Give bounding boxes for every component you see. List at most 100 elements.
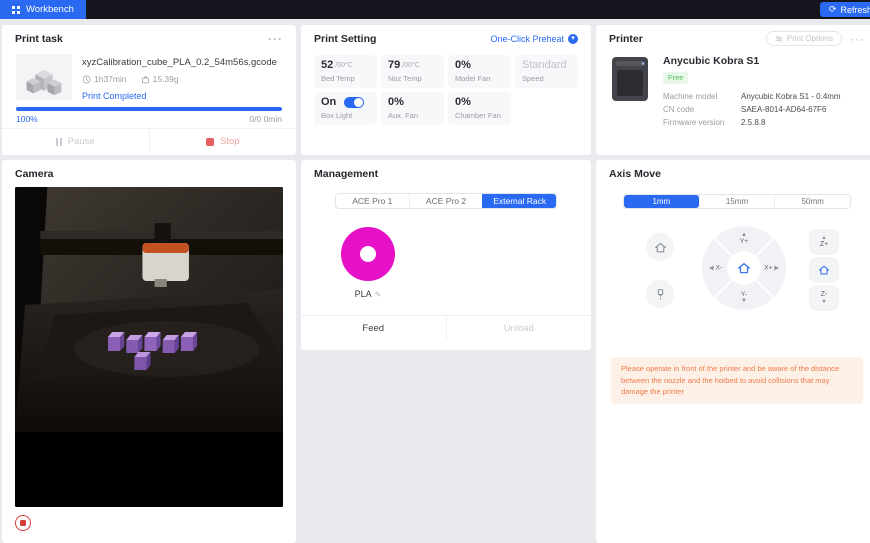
bed-temp-value: 52 — [321, 59, 333, 71]
bed-temp-unit: /00°C — [335, 62, 353, 69]
speed-value: Standard — [522, 59, 567, 71]
pause-icon — [56, 138, 58, 146]
feed-button[interactable]: Feed — [301, 316, 446, 341]
z-plus-button[interactable]: ▲ Z+ — [809, 229, 839, 255]
z-plus-label: Z+ — [820, 241, 828, 249]
panel-print-task: Print task ··· — [2, 25, 296, 155]
filament-slot: PLA ✎ — [340, 227, 396, 299]
record-stop-button[interactable] — [15, 515, 31, 531]
noz-temp-label: Noz Temp — [388, 74, 437, 83]
home-icon — [654, 241, 667, 254]
management-title: Management — [314, 168, 378, 180]
extruder-icon — [654, 288, 667, 301]
panel-printer: Printer Print Options ··· Anycubic Kob — [596, 25, 870, 155]
pause-button[interactable]: Pause — [2, 129, 149, 154]
workbench-grid: Print task ··· — [0, 19, 870, 543]
pause-label: Pause — [68, 136, 95, 147]
tab-workbench[interactable]: Workbench — [0, 0, 86, 19]
box-light-value: On — [321, 96, 336, 108]
machine-model-row: Machine model Anycubic Kobra S1 - 0.4mm — [663, 90, 841, 103]
jog-x-plus-button[interactable]: X+ ▶ — [764, 265, 779, 272]
preheat-label: One-Click Preheat — [490, 34, 564, 44]
y-minus-label: Y- — [741, 291, 747, 298]
machine-model-value: Anycubic Kobra S1 - 0.4mm — [741, 90, 841, 103]
step-size-selector: 1mm 15mm 50mm — [623, 194, 851, 209]
printer-title: Printer — [609, 33, 643, 45]
noz-temp-tile[interactable]: 79/00°C Noz Temp — [381, 55, 444, 88]
panel-axis-move: Axis Move 1mm 15mm 50mm ▲ Y+ Y- ▼ — [596, 160, 870, 543]
jog-y-minus-button[interactable]: Y- ▼ — [702, 291, 786, 304]
x-minus-label: X- — [716, 265, 723, 272]
bed-temp-tile[interactable]: 52/00°C Bed Temp — [314, 55, 377, 88]
z-home-button[interactable] — [809, 257, 839, 283]
down-arrow-icon: ▼ — [741, 298, 747, 304]
xy-home-button[interactable] — [727, 251, 761, 285]
chamber-fan-label: Chamber Fan — [455, 111, 504, 120]
printer-name: Anycubic Kobra S1 — [663, 55, 841, 67]
step-50mm[interactable]: 50mm — [774, 195, 850, 208]
home-icon — [737, 261, 751, 275]
box-light-toggle[interactable] — [344, 97, 364, 108]
refresh-icon: ⟳ — [829, 4, 837, 15]
workbench-tab-label: Workbench — [26, 4, 74, 15]
workbench-grid-icon — [12, 6, 20, 14]
panel-camera: Camera — [2, 160, 296, 543]
tab-external-rack[interactable]: External Rack — [482, 194, 556, 208]
printer-more-icon[interactable]: ··· — [850, 34, 865, 44]
left-arrow-icon: ◀ — [709, 265, 714, 272]
one-click-preheat-button[interactable]: One-Click Preheat ▾ — [490, 34, 578, 44]
cn-code-value: SAEA-8014-AD64-67F6 — [741, 103, 826, 116]
axis-control-cluster: ▲ Y+ Y- ▼ ◀ X- X+ ▶ — [611, 219, 863, 319]
z-minus-label: Z- — [821, 291, 828, 299]
panel-management: Management ACE Pro 1 ACE Pro 2 External … — [301, 160, 591, 350]
camera-video-feed — [15, 187, 283, 507]
jog-x-minus-button[interactable]: ◀ X- — [709, 265, 722, 272]
chamber-fan-tile[interactable]: 0% Chamber Fan — [448, 92, 511, 125]
step-15mm[interactable]: 15mm — [699, 195, 775, 208]
axis-move-title: Axis Move — [609, 168, 661, 180]
model-fan-tile[interactable]: 0% Model Fan — [448, 55, 511, 88]
progress-remaining: 0/0 0min — [249, 114, 282, 124]
model-fan-value: 0% — [455, 59, 471, 71]
printer-status-badge: Free — [663, 72, 688, 84]
tab-ace-pro-1[interactable]: ACE Pro 1 — [336, 194, 409, 208]
print-progress-bar — [16, 107, 282, 111]
print-status: Print Completed — [82, 91, 277, 101]
z-minus-button[interactable]: Z- ▼ — [809, 285, 839, 311]
tab-ace-pro-2[interactable]: ACE Pro 2 — [409, 194, 483, 208]
speed-tile[interactable]: Standard Speed — [515, 55, 578, 88]
aux-fan-tile[interactable]: 0% Aux. Fan — [381, 92, 444, 125]
panel-print-setting: Print Setting One-Click Preheat ▾ 52/00°… — [301, 25, 591, 155]
print-duration: 1h37min — [94, 74, 127, 84]
print-task-more-icon[interactable]: ··· — [268, 34, 283, 44]
refresh-button[interactable]: ⟳ Refresh — [820, 2, 870, 17]
bed-temp-label: Bed Temp — [321, 74, 370, 83]
right-arrow-icon: ▶ — [774, 265, 779, 272]
box-light-label: Box Light — [321, 111, 370, 120]
x-plus-label: X+ — [764, 265, 772, 272]
edit-filament-icon[interactable]: ✎ — [375, 290, 382, 299]
extruder-button[interactable] — [646, 280, 674, 308]
jog-y-plus-button[interactable]: ▲ Y+ — [702, 232, 786, 245]
unload-button[interactable]: Unload — [447, 316, 592, 341]
print-options-button[interactable]: Print Options — [766, 31, 842, 46]
home-all-button[interactable] — [646, 233, 674, 261]
print-weight: 15.39g — [153, 74, 179, 84]
step-1mm[interactable]: 1mm — [624, 195, 699, 208]
print-options-label: Print Options — [787, 34, 833, 43]
ace-tab-bar: ACE Pro 1 ACE Pro 2 External Rack — [335, 193, 557, 209]
filament-weight-icon — [141, 75, 150, 84]
filament-spool[interactable] — [341, 227, 395, 281]
sliders-icon — [775, 35, 783, 43]
stop-icon — [206, 138, 214, 146]
preheat-icon: ▾ — [568, 34, 578, 44]
box-light-tile[interactable]: On Box Light — [314, 92, 377, 125]
filament-type-label: PLA — [355, 289, 372, 299]
clock-icon — [82, 75, 91, 84]
stop-button[interactable]: Stop — [150, 129, 297, 154]
firmware-label: Firmware version — [663, 116, 741, 129]
top-bar: Workbench ⟳ Refresh — [0, 0, 870, 19]
cn-code-label: CN code — [663, 103, 741, 116]
machine-model-label: Machine model — [663, 90, 741, 103]
y-plus-label: Y+ — [740, 238, 748, 245]
